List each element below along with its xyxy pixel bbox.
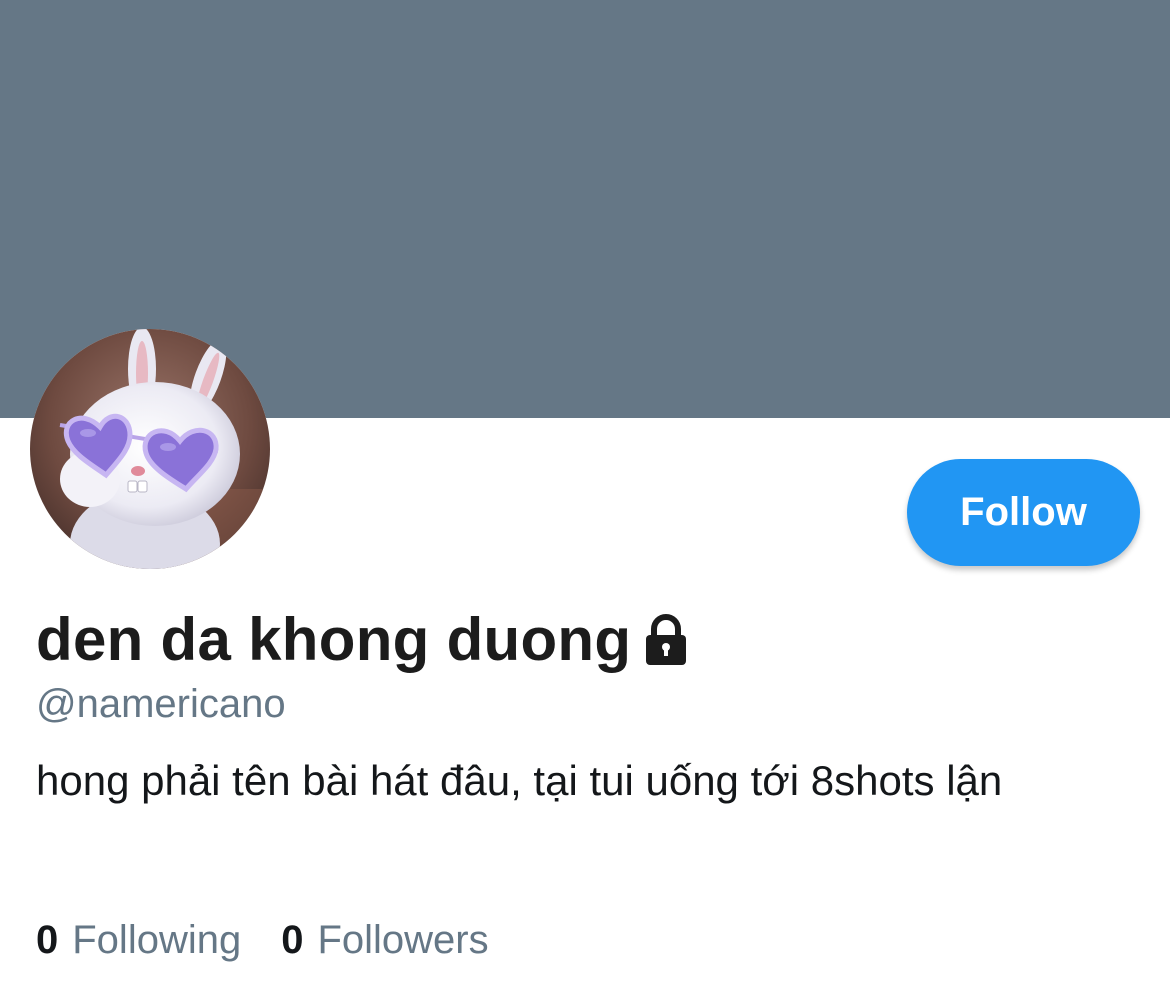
followers-label: Followers — [317, 918, 489, 962]
following-stat[interactable]: 0 Following — [36, 914, 241, 966]
followers-stat[interactable]: 0 Followers — [281, 914, 488, 966]
profile-page: Follow den da khong duong @namericano ho… — [0, 0, 1170, 1001]
avatar[interactable] — [30, 329, 270, 569]
user-handle: @namericano — [36, 682, 286, 726]
bunny-avatar-icon — [30, 329, 270, 569]
name-row: den da khong duong — [36, 604, 691, 676]
display-name: den da khong duong — [36, 606, 632, 673]
follow-stats: 0 Following 0 Followers — [36, 914, 529, 966]
follow-button[interactable]: Follow — [907, 459, 1140, 566]
followers-count: 0 — [281, 918, 304, 962]
following-label: Following — [72, 918, 242, 962]
lock-icon — [641, 614, 691, 666]
following-count: 0 — [36, 918, 59, 962]
profile-bio: hong phải tên bài hát đâu, tại tui uống … — [36, 757, 1003, 804]
